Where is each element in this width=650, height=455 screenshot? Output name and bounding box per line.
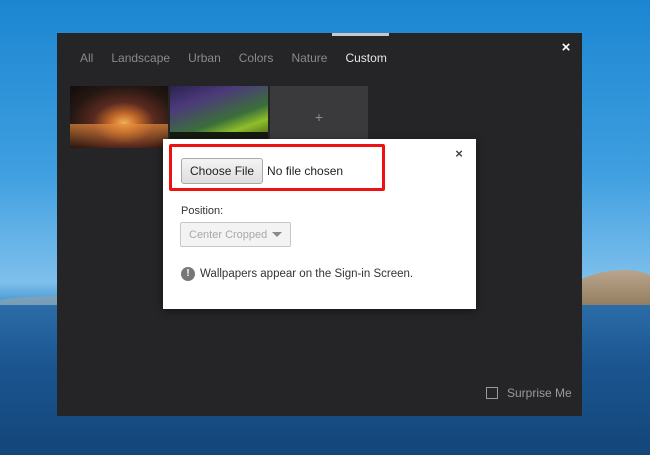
tab-custom[interactable]: Custom [345,51,386,65]
info-message: ! Wallpapers appear on the Sign-in Scree… [181,267,413,281]
choose-file-button[interactable]: Choose File [181,158,264,184]
position-label: Position: [181,205,224,217]
chevron-down-icon [272,232,282,237]
position-select-value: Center Cropped [189,228,268,241]
close-window-icon[interactable]: × [559,40,573,55]
castle-reflection-graphic [70,124,168,148]
tab-colors[interactable]: Colors [239,51,274,65]
info-text: Wallpapers appear on the Sign-in Screen. [200,268,414,280]
surprise-me-label: Surprise Me [507,386,572,400]
active-tab-indicator [332,33,389,36]
category-tabs: All Landscape Urban Colors Nature Custom [80,51,405,65]
surprise-me-checkbox[interactable] [486,387,498,399]
custom-wallpaper-dialog: × Choose File No file chosen Position: C… [163,139,476,309]
tab-all[interactable]: All [80,51,93,65]
close-dialog-icon[interactable]: × [453,147,465,160]
position-select[interactable]: Center Cropped [180,222,291,247]
tab-nature[interactable]: Nature [291,51,327,65]
file-status-text: No file chosen [267,164,344,178]
wallpaper-thumbnail-castle[interactable] [70,86,168,148]
info-icon: ! [181,267,195,281]
file-picker-row: Choose File No file chosen [181,158,343,184]
tab-urban[interactable]: Urban [188,51,221,65]
surprise-me-option[interactable]: Surprise Me [486,386,572,400]
tab-landscape[interactable]: Landscape [111,51,170,65]
